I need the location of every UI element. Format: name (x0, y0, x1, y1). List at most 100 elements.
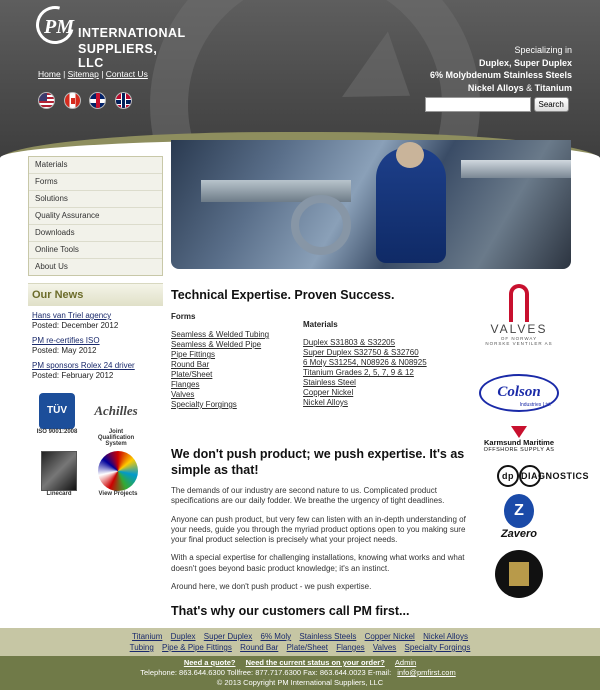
forms-link[interactable]: Seamless & Welded Tubing (171, 330, 269, 340)
logo-text-line2: SUPPLIERS, LLC (78, 42, 158, 70)
sidebar-item-downloads[interactable]: Downloads (29, 225, 162, 242)
specializing-line1: Duplex, Super Duplex (478, 57, 572, 68)
footer-link[interactable]: Duplex (171, 632, 196, 641)
footer-link[interactable]: Nickel Alloys (423, 632, 468, 641)
closing-headline: That's why our customers call PM first..… (171, 604, 410, 619)
forms-heading: Forms (171, 312, 196, 321)
specializing-line2: 6% Molybdenum Stainless Steels (429, 70, 572, 80)
quote-link[interactable]: Need a quote? (184, 658, 236, 667)
footer-links-row: Tubing Pipe & Pipe Fittings Round Bar Pl… (0, 642, 600, 653)
globe-flags-icon (98, 451, 138, 491)
footer-actions: Need a quote? Need the current status on… (0, 658, 600, 668)
materials-link[interactable]: Copper Nickel (303, 388, 427, 398)
footer-link[interactable]: Flanges (336, 643, 364, 652)
forms-link[interactable]: Specialty Forgings (171, 400, 269, 410)
footer-link[interactable]: Super Duplex (204, 632, 252, 641)
forms-link[interactable]: Pipe Fittings (171, 350, 269, 360)
news-item-link[interactable]: Hans van Triel agency (32, 311, 111, 320)
linecard-label: Linecard (46, 491, 72, 497)
materials-link[interactable]: Super Duplex S32750 & S32760 (303, 348, 427, 358)
footer-link[interactable]: Specialty Forgings (405, 643, 471, 652)
hero-worker-head (396, 142, 424, 168)
linecard-thumbnail (41, 451, 77, 491)
colson-sub: Industries Ltd. (519, 402, 551, 408)
valve-icon (509, 284, 529, 322)
body-paragraph: Anyone can push product, but very few ca… (171, 514, 466, 545)
news-item-link[interactable]: PM re-certifies ISO (32, 336, 100, 345)
valves-of-norway-logo[interactable]: VALVES OF NORWAY NORSKE VENTILER AS (474, 284, 564, 346)
news-heading: Our News (28, 283, 163, 306)
achilles-badge[interactable]: Achilles Joint Qualification System (91, 393, 141, 447)
karmsund-name: Karmsund Maritime (483, 438, 555, 447)
main-content: Technical Expertise. Proven Success. For… (171, 288, 471, 618)
footer-link[interactable]: Copper Nickel (365, 632, 415, 641)
us-flag-icon[interactable] (38, 92, 55, 109)
nav-home-link[interactable]: Home (38, 69, 61, 79)
forms-link[interactable]: Plate/Sheet (171, 370, 269, 380)
karmsund-logo[interactable]: Karmsund Maritime OFFSHORE SUPPLY AS (474, 426, 564, 453)
site-logo[interactable]: PM INTERNATIONAL SUPPLIERS, LLC (29, 0, 186, 70)
specializing-line3a: Nickel Alloys (467, 82, 524, 93)
norway-flag-icon[interactable] (114, 92, 132, 109)
zavero-z-icon: Z (504, 494, 534, 528)
forms-link[interactable]: Flanges (171, 380, 269, 390)
welding-cutting-logo[interactable] (474, 550, 564, 598)
valves-name: VALVES (490, 322, 548, 336)
valves-sub: NORSKE VENTILER AS (485, 341, 553, 346)
nav-sitemap-link[interactable]: Sitemap (68, 69, 99, 79)
sidebar-item-materials[interactable]: Materials (29, 157, 162, 174)
site-header: PM INTERNATIONAL SUPPLIERS, LLC Home | S… (0, 0, 600, 160)
email-link[interactable]: info@pmfirst.com (397, 668, 455, 677)
footer-link[interactable]: Tubing (130, 643, 154, 652)
sidebar-item-solutions[interactable]: Solutions (29, 191, 162, 208)
uk-flag-icon[interactable] (89, 92, 107, 109)
footer-link[interactable]: Valves (373, 643, 396, 652)
materials-link[interactable]: Stainless Steel (303, 378, 427, 388)
karmsund-triangle-icon (511, 426, 527, 438)
materials-link[interactable]: Duplex S31803 & S32205 (303, 338, 427, 348)
footer-link[interactable]: Stainless Steels (299, 632, 356, 641)
forms-link[interactable]: Valves (171, 390, 269, 400)
sidebar-item-online-tools[interactable]: Online Tools (29, 242, 162, 259)
news-item-date: Posted: December 2012 (32, 321, 119, 330)
nav-contact-link[interactable]: Contact Us (106, 69, 148, 79)
forms-link[interactable]: Seamless & Welded Pipe (171, 340, 269, 350)
materials-link[interactable]: Titanium Grades 2, 5, 7, 9 & 12 (303, 368, 427, 378)
footer-link[interactable]: Titanium (132, 632, 162, 641)
certification-badges: TÜV ISO 9001:2008 Achilles Joint Qualifi… (36, 393, 156, 513)
linecard-link[interactable]: Linecard (38, 451, 80, 497)
admin-link[interactable]: Admin (395, 658, 416, 667)
dp-diagnostics-name: dp DIAGNOSTICS (474, 465, 589, 487)
dp-diagnostics-logo[interactable]: dp DIAGNOSTICS (474, 465, 589, 487)
footer-link[interactable]: 6% Moly (261, 632, 292, 641)
news-item-link[interactable]: PM sponsors Rolex 24 driver (32, 361, 135, 370)
forms-link[interactable]: Round Bar (171, 360, 269, 370)
product-columns: Forms Seamless & Welded Tubing Seamless … (171, 312, 471, 432)
site-footer: Need a quote? Need the current status on… (0, 656, 600, 690)
order-status-link[interactable]: Need the current status on your order? (246, 658, 385, 667)
materials-link[interactable]: Nickel Alloys (303, 398, 427, 408)
zavero-logo[interactable]: Z Zavero (474, 494, 564, 540)
tuv-badge[interactable]: TÜV ISO 9001:2008 (36, 393, 78, 435)
colson-logo[interactable]: Colson Industries Ltd. (474, 374, 564, 412)
sidebar-item-quality-assurance[interactable]: Quality Assurance (29, 208, 162, 225)
sidebar: Materials Forms Solutions Quality Assura… (28, 156, 163, 381)
search-form: Search (425, 97, 569, 112)
materials-column: Materials Duplex S31803 & S32205 Super D… (303, 320, 427, 408)
sidebar-item-forms[interactable]: Forms (29, 174, 162, 191)
footer-link[interactable]: Plate/Sheet (287, 643, 328, 652)
footer-link[interactable]: Round Bar (240, 643, 278, 652)
contact-info: Telephone: 863.644.6300 Tollfree: 877.71… (140, 668, 392, 677)
materials-link[interactable]: 6 Moly S31254, N08926 & N08925 (303, 358, 427, 368)
search-input[interactable] (425, 97, 531, 112)
view-projects-link[interactable]: View Projects (94, 451, 142, 497)
footer-contact: Telephone: 863.644.6300 Tollfree: 877.71… (0, 668, 600, 678)
specializing-block: Specializing in Duplex, Super Duplex 6% … (430, 44, 572, 94)
footer-link[interactable]: Pipe & Pipe Fittings (162, 643, 232, 652)
sidebar-item-about-us[interactable]: About Us (29, 259, 162, 275)
canada-flag-icon[interactable] (63, 92, 81, 109)
body-paragraph: The demands of our industry are second n… (171, 486, 445, 506)
search-button[interactable]: Search (533, 97, 569, 112)
news-item-date: Posted: February 2012 (32, 371, 114, 380)
colson-name: Colson (497, 384, 541, 400)
